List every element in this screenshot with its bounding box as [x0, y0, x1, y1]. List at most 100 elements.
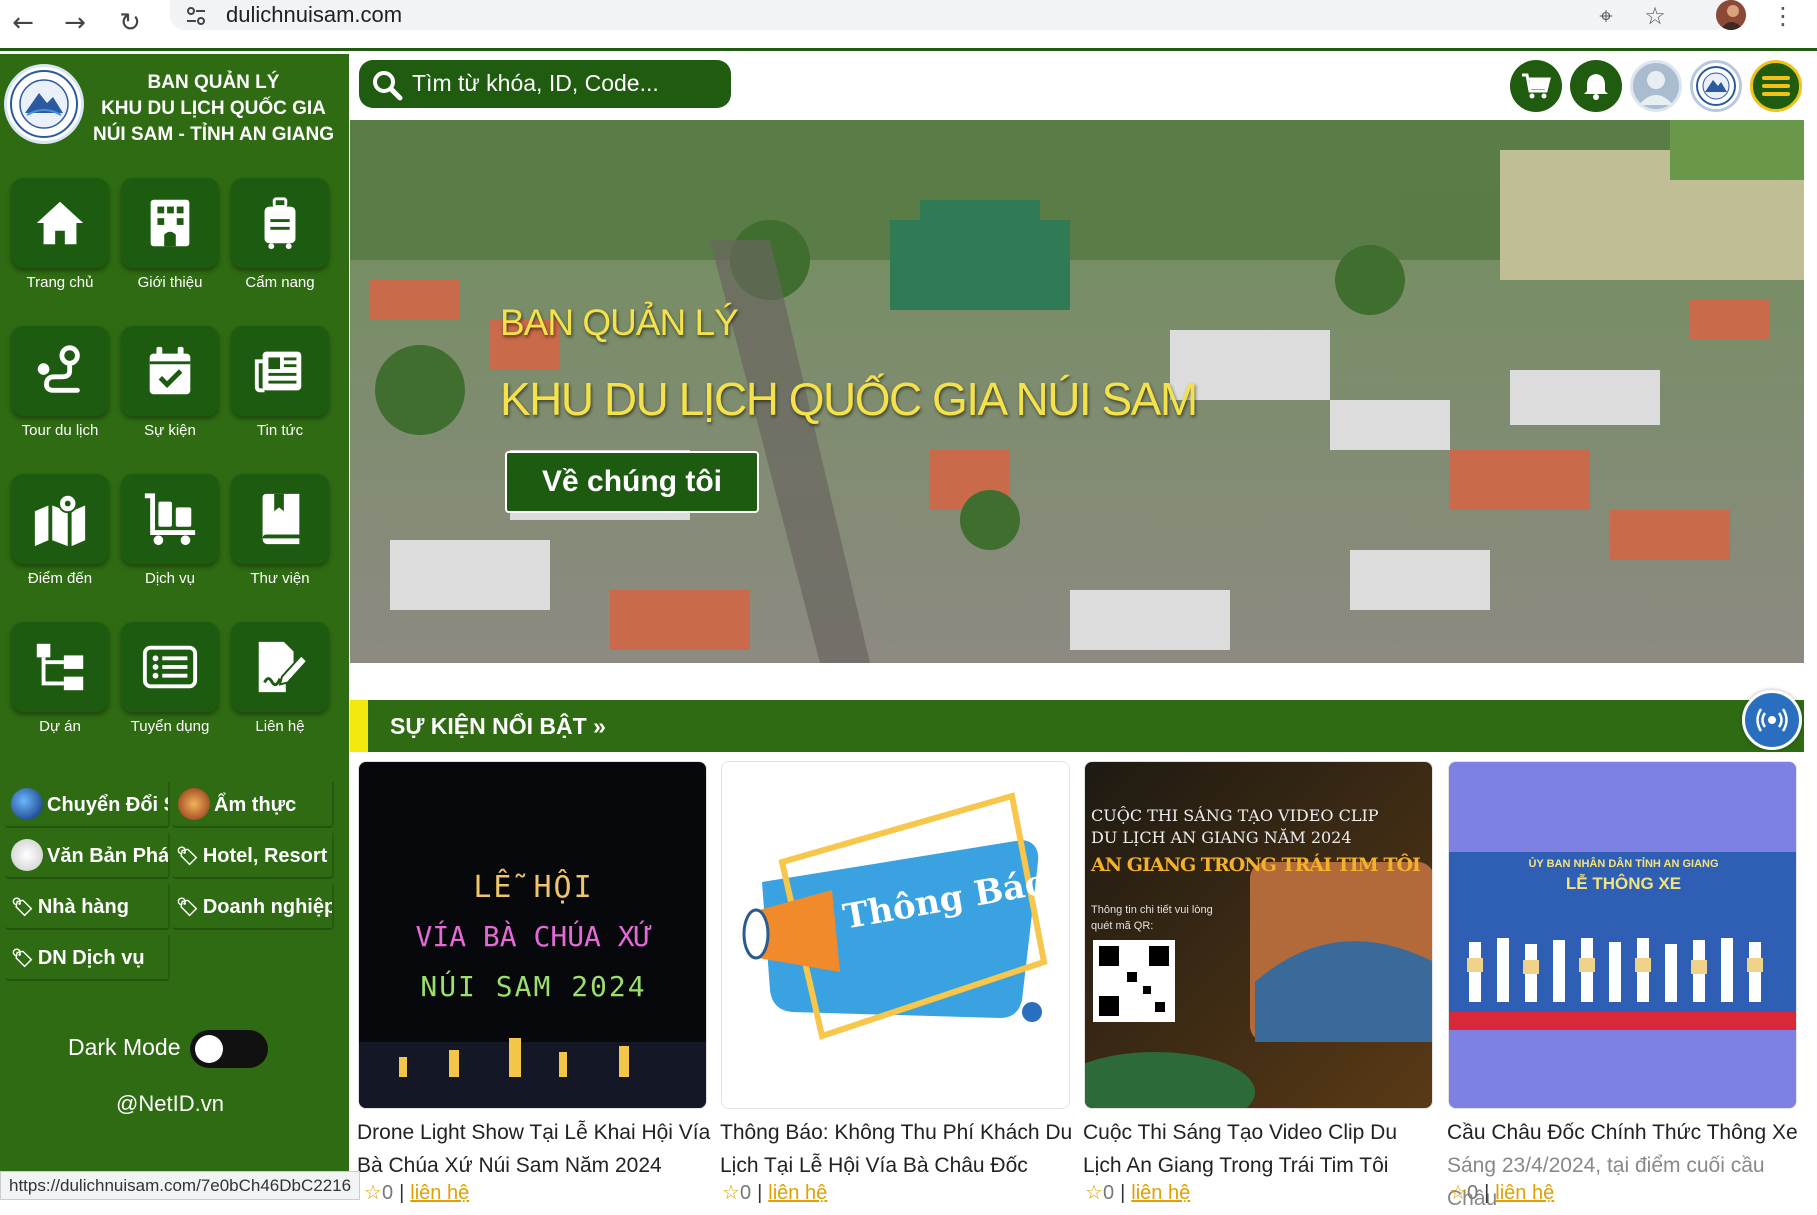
back-arrow-icon[interactable]: ←: [6, 6, 40, 40]
audio-broadcast-button[interactable]: [1742, 690, 1802, 750]
contact-link[interactable]: liên hệ: [410, 1182, 469, 1204]
tile-label: Liên hệ: [255, 718, 305, 735]
tile-label: Tin tức: [256, 422, 304, 439]
contact-link[interactable]: liên hệ: [1131, 1182, 1190, 1204]
section-accent: [350, 700, 368, 752]
link-van-ban-phap-luat[interactable]: Văn Bản Pháp Luật: [5, 833, 170, 879]
link-dn-dich-vu[interactable]: 🏷 DN Dịch vụ: [5, 935, 170, 981]
event-card-meta: ☆0 | liên hệ: [1085, 1182, 1191, 1204]
more-menu-icon[interactable]: ⋮: [1768, 2, 1798, 32]
tile-cam-nang[interactable]: [231, 178, 329, 268]
toggle-knob: [195, 1035, 223, 1063]
tag-icon: 🏷: [11, 948, 34, 968]
about-us-button[interactable]: Về chúng tôi: [505, 451, 759, 513]
event-card-meta: ☆0 | liên hệ: [364, 1182, 470, 1204]
tile-label: Tour du lịch: [21, 422, 99, 439]
tag-icon: 🏷: [11, 897, 34, 917]
profile-avatar[interactable]: [1716, 0, 1746, 30]
tile-diem-den[interactable]: [11, 474, 109, 564]
poster-text-5: quét mã QR:: [1091, 920, 1154, 932]
tile-su-kien[interactable]: [121, 326, 219, 416]
hero-banner: BAN QUẢN LÝ KHU DU LỊCH QUỐC GIA NÚI SAM…: [350, 120, 1804, 663]
event-card-image[interactable]: Thông Báo: [721, 761, 1070, 1109]
event-card-image[interactable]: LỄ HỘI VÍA BÀ CHÚA XỨ NÚI SAM 2024: [358, 761, 707, 1109]
event-card-title[interactable]: Thông Báo: Không Thu Phí Khách Du Lịch T…: [720, 1116, 1074, 1182]
link-label: Chuyển Đổi Số: [47, 794, 168, 816]
tile-gioi-thieu[interactable]: [121, 178, 219, 268]
search-placeholder: Tìm từ khóa, ID, Code...: [412, 70, 659, 96]
link-am-thuc[interactable]: Ẩm thực: [172, 782, 334, 828]
menu-button[interactable]: [1750, 60, 1802, 112]
event-card-meta: ☆0 | liên hệ: [722, 1182, 828, 1204]
brand-name: BAN QUẢN LÝ KHU DU LỊCH QUỐC GIA NÚI SAM…: [86, 70, 341, 148]
poster-text-1: CUỘC THI SÁNG TẠO VIDEO CLIP: [1091, 806, 1379, 825]
address-bar[interactable]: [170, 0, 1730, 30]
trolley-icon: [144, 493, 196, 546]
section-title[interactable]: SỰ KIỆN NỔI BẬT »: [390, 713, 606, 740]
bridge-text-1: ỦY BAN NHÂN DÂN TỈNH AN GIANG: [1528, 858, 1719, 870]
rating-count: 0: [739, 1182, 752, 1204]
tile-trang-chu[interactable]: [11, 178, 109, 268]
contact-link[interactable]: liên hệ: [1495, 1182, 1554, 1204]
event-card-image[interactable]: ỦY BAN NHÂN DÂN TỈNH AN GIANG LỄ THÔNG X…: [1448, 761, 1797, 1109]
hero-title-line-1: BAN QUẢN LÝ: [500, 302, 739, 343]
dark-mode-toggle[interactable]: [190, 1030, 268, 1068]
tile-tour-du-lich[interactable]: [11, 326, 109, 416]
link-label: Doanh nghiệp: [202, 896, 334, 918]
featured-events-header: SỰ KIỆN NỔI BẬT »: [350, 700, 1804, 752]
location-pin-icon[interactable]: ⌖: [1591, 2, 1621, 32]
site-settings-icon[interactable]: [184, 4, 208, 28]
tile-dich-vu[interactable]: [121, 474, 219, 564]
reload-icon[interactable]: ↻: [113, 6, 147, 40]
link-label: Ẩm thực: [214, 794, 297, 816]
url-text[interactable]: dulichnuisam.com: [226, 2, 402, 28]
search-input[interactable]: Tìm từ khóa, ID, Code...: [359, 60, 731, 108]
star-icon: ☆: [364, 1182, 382, 1204]
tile-thu-vien[interactable]: [231, 474, 329, 564]
rating-count: 0: [1102, 1182, 1115, 1204]
link-nha-hang[interactable]: 🏷 Nhà hàng: [5, 884, 170, 930]
rating-count: 0: [381, 1182, 394, 1204]
bookmark-star-icon[interactable]: ☆: [1640, 2, 1670, 32]
broadcast-icon: [1756, 708, 1788, 732]
tile-du-an[interactable]: [11, 622, 109, 712]
brand-line-1: BAN QUẢN LÝ: [147, 72, 280, 93]
link-chuyen-doi-so[interactable]: Chuyển Đổi Số: [5, 782, 170, 828]
contact-link[interactable]: liên hệ: [768, 1182, 827, 1204]
route-icon: [37, 345, 80, 393]
drone-text-1: LỄ HỘI: [473, 870, 594, 905]
tile-tuyen-dung[interactable]: [121, 622, 219, 712]
tile-lien-he[interactable]: [231, 622, 329, 712]
calendar-check-icon: [149, 346, 191, 395]
link-label: Hotel, Resort: [202, 845, 328, 867]
tile-label: Tuyển dụng: [130, 718, 210, 735]
tag-icon: 🏷: [176, 897, 199, 917]
link-hotel-resort[interactable]: 🏷 Hotel, Resort: [172, 833, 334, 879]
book-icon: [262, 493, 300, 545]
footer-credit[interactable]: @NetID.vn: [0, 1091, 340, 1117]
event-card-title[interactable]: Cuộc Thi Sáng Tạo Video Clip Du Lịch An …: [1083, 1116, 1437, 1182]
event-card-image[interactable]: CUỘC THI SÁNG TẠO VIDEO CLIP DU LỊCH AN …: [1084, 761, 1433, 1109]
tile-label: Giới thiệu: [137, 274, 203, 291]
newspaper-icon: [254, 351, 302, 393]
announcement-image: [722, 762, 1069, 1108]
poster-text-4: Thông tin chi tiết vui lòng: [1091, 904, 1213, 916]
link-label: Văn Bản Pháp Luật: [47, 845, 170, 867]
seal-button[interactable]: [1690, 60, 1742, 112]
logo[interactable]: [4, 64, 84, 144]
forward-arrow-icon[interactable]: →: [58, 6, 92, 40]
user-button[interactable]: [1630, 60, 1682, 112]
link-label: Nhà hàng: [37, 896, 129, 918]
star-icon: ☆: [1085, 1182, 1103, 1204]
notifications-button[interactable]: [1570, 60, 1622, 112]
hero-title-line-2: KHU DU LỊCH QUỐC GIA NÚI SAM: [500, 373, 1198, 425]
cart-button[interactable]: [1510, 60, 1562, 112]
event-card-title[interactable]: Drone Light Show Tại Lễ Khai Hội Vía Bà …: [357, 1116, 711, 1182]
link-doanh-nghiep[interactable]: 🏷 Doanh nghiệp: [172, 884, 334, 930]
home-icon: [36, 201, 84, 245]
document-icon: [11, 838, 43, 871]
signature-icon: [258, 641, 309, 693]
poster-text-3: AN GIANG TRONG TRÁI TIM TÔI: [1091, 854, 1421, 876]
tile-tin-tuc[interactable]: [231, 326, 329, 416]
map-icon: [34, 493, 86, 547]
